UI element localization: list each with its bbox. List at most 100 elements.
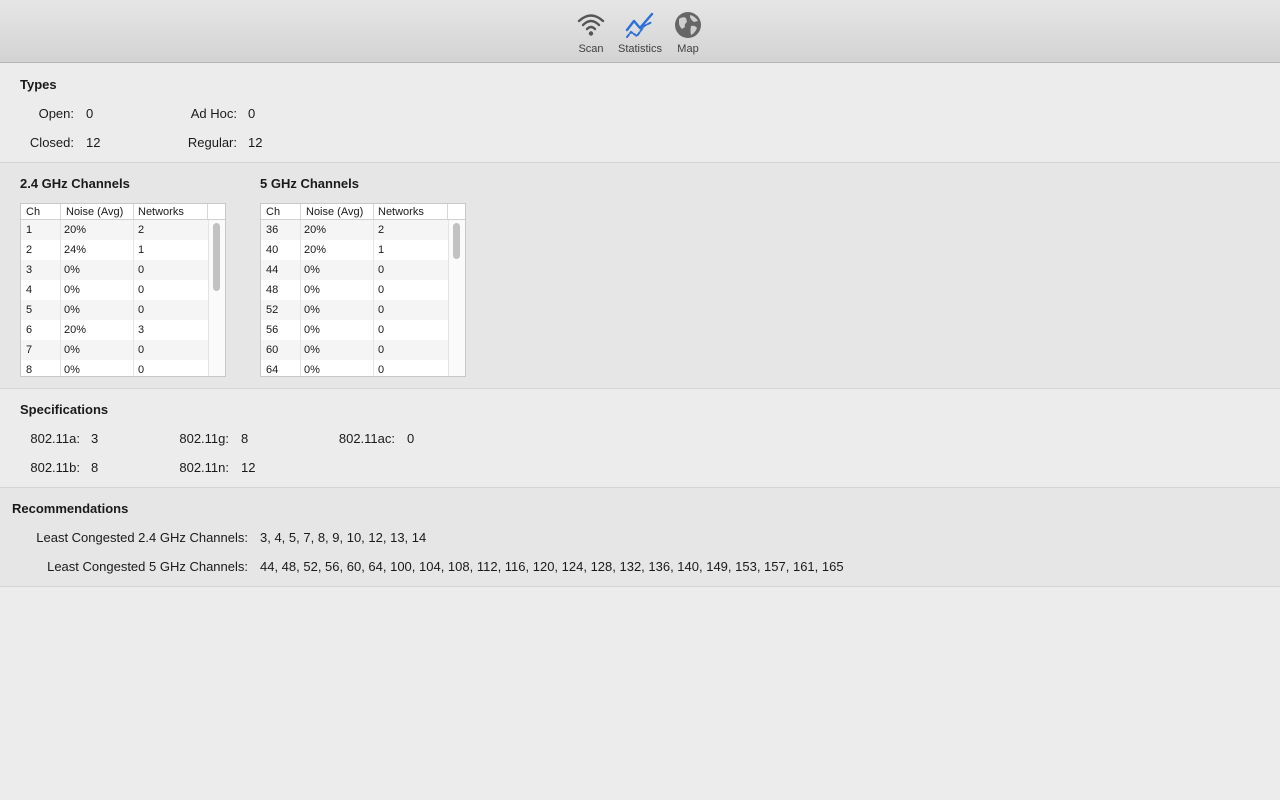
column-header-ch[interactable]: Ch xyxy=(266,206,280,218)
cell-noise: 0% xyxy=(64,344,80,356)
toolbar-label-scan: Scan xyxy=(578,43,604,55)
cell-noise: 0% xyxy=(64,284,80,296)
regular-value: 12 xyxy=(248,135,263,150)
column-header-noise[interactable]: Noise (Avg) xyxy=(306,206,363,218)
spec-ac-value: 0 xyxy=(407,431,415,446)
table-row[interactable]: 56 0% 0 xyxy=(261,320,465,340)
cell-networks: 0 xyxy=(378,344,385,356)
cell-ch: 52 xyxy=(266,304,279,316)
cell-ch: 56 xyxy=(266,324,279,336)
scrollbar-thumb[interactable] xyxy=(213,223,220,291)
recommendations-title: Recommendations xyxy=(12,501,129,516)
column-header-networks[interactable]: Networks xyxy=(378,206,424,218)
table-row[interactable]: 1 20% 2 xyxy=(21,220,225,240)
channels-5-title: 5 GHz Channels xyxy=(260,176,359,191)
channels-5-table[interactable]: Ch Noise (Avg) Networks 36 20% 2 40 20% 1 44… xyxy=(260,203,466,377)
cell-noise: 0% xyxy=(304,344,320,356)
spec-b-value: 8 xyxy=(91,460,99,475)
cell-noise: 0% xyxy=(304,324,320,336)
scrollbar-thumb[interactable] xyxy=(453,223,460,259)
table-row[interactable]: 36 20% 2 xyxy=(261,220,465,240)
cell-networks: 1 xyxy=(138,244,145,256)
channels-24-scrollbar[interactable] xyxy=(208,220,225,376)
channels-section: 2.4 GHz Channels 5 GHz Channels Ch Noise… xyxy=(0,163,1280,389)
table-row[interactable]: 5 0% 0 xyxy=(21,300,225,320)
least-congested-24-label: Least Congested 2.4 GHz Channels: xyxy=(36,530,248,545)
table-row[interactable]: 7 0% 0 xyxy=(21,340,225,360)
spec-g-value: 8 xyxy=(241,431,249,446)
cell-networks: 2 xyxy=(378,224,385,236)
spec-n-label: 802.11n: xyxy=(179,460,229,475)
spec-a-label: 802.11a: xyxy=(30,431,80,446)
spec-n-value: 12 xyxy=(241,460,256,475)
cell-noise: 20% xyxy=(304,224,327,236)
open-value: 0 xyxy=(86,106,94,121)
channels-24-table[interactable]: Ch Noise (Avg) Networks 1 20% 2 2 24% 1 3 0% 0… xyxy=(20,203,226,377)
toolbar-item-scan[interactable]: Scan xyxy=(563,10,619,60)
table-row[interactable]: 6 20% 3 xyxy=(21,320,225,340)
specifications-title: Specifications xyxy=(20,402,109,417)
cell-ch: 6 xyxy=(26,324,33,336)
least-congested-5-label: Least Congested 5 GHz Channels: xyxy=(47,559,248,574)
toolbar-label-map: Map xyxy=(677,43,699,55)
cell-networks: 3 xyxy=(138,324,145,336)
column-header-ch[interactable]: Ch xyxy=(26,206,40,218)
table-row[interactable]: 64 0% 0 xyxy=(261,360,465,376)
table-row[interactable]: 44 0% 0 xyxy=(261,260,465,280)
closed-value: 12 xyxy=(86,135,101,150)
column-header-networks[interactable]: Networks xyxy=(138,206,184,218)
toolbar: Scan Statistics Map xyxy=(0,0,1280,63)
cell-networks: 0 xyxy=(138,344,145,356)
spec-a-value: 3 xyxy=(91,431,99,446)
cell-networks: 0 xyxy=(378,264,385,276)
cell-networks: 0 xyxy=(378,304,385,316)
cell-noise: 0% xyxy=(304,304,320,316)
globe-icon xyxy=(675,12,701,38)
table-row[interactable]: 4 0% 0 xyxy=(21,280,225,300)
channels-24-title: 2.4 GHz Channels xyxy=(20,176,130,191)
cell-networks: 1 xyxy=(378,244,385,256)
table-row[interactable]: 48 0% 0 xyxy=(261,280,465,300)
cell-ch: 48 xyxy=(266,284,279,296)
cell-noise: 20% xyxy=(304,244,327,256)
cell-noise: 20% xyxy=(64,324,87,336)
cell-noise: 0% xyxy=(304,264,320,276)
recommendations-section: Recommendations Least Congested 2.4 GHz … xyxy=(0,488,1280,587)
cell-ch: 36 xyxy=(266,224,279,236)
cell-ch: 1 xyxy=(26,224,33,236)
cell-noise: 24% xyxy=(64,244,87,256)
types-section: Types Open: 0 Closed: 12 Ad Hoc: 0 Regul… xyxy=(0,63,1280,163)
cell-networks: 2 xyxy=(138,224,145,236)
cell-ch: 5 xyxy=(26,304,33,316)
cell-networks: 0 xyxy=(138,264,145,276)
wifi-icon xyxy=(577,14,605,36)
cell-ch: 3 xyxy=(26,264,33,276)
table-row[interactable]: 8 0% 0 xyxy=(21,360,225,376)
toolbar-item-map[interactable]: Map xyxy=(660,10,716,60)
cell-networks: 0 xyxy=(378,364,385,376)
adhoc-value: 0 xyxy=(248,106,256,121)
channels-5-scrollbar[interactable] xyxy=(448,220,465,376)
table-row[interactable]: 52 0% 0 xyxy=(261,300,465,320)
cell-networks: 0 xyxy=(378,284,385,296)
table-row[interactable]: 60 0% 0 xyxy=(261,340,465,360)
cell-ch: 64 xyxy=(266,364,279,376)
table-row[interactable]: 40 20% 1 xyxy=(261,240,465,260)
cell-ch: 44 xyxy=(266,264,279,276)
cell-noise: 0% xyxy=(64,364,80,376)
spec-b-label: 802.11b: xyxy=(30,460,80,475)
table-row[interactable]: 2 24% 1 xyxy=(21,240,225,260)
chart-line-icon xyxy=(625,12,654,38)
channels-5-body: 36 20% 2 40 20% 1 44 0% 0 48 0% 0 52 0% 0 56 0% 0 60… xyxy=(261,220,465,376)
cell-ch: 2 xyxy=(26,244,33,256)
least-congested-5-value: 44, 48, 52, 56, 60, 64, 100, 104, 108, 1… xyxy=(260,559,844,574)
cell-ch: 4 xyxy=(26,284,33,296)
cell-networks: 0 xyxy=(138,364,145,376)
cell-noise: 0% xyxy=(304,284,320,296)
table-header: Ch Noise (Avg) Networks xyxy=(21,204,225,220)
specifications-section: Specifications 802.11a: 3 802.11b: 8 802… xyxy=(0,389,1280,488)
column-header-noise[interactable]: Noise (Avg) xyxy=(66,206,123,218)
table-row[interactable]: 3 0% 0 xyxy=(21,260,225,280)
cell-networks: 0 xyxy=(138,284,145,296)
spec-g-label: 802.11g: xyxy=(179,431,229,446)
